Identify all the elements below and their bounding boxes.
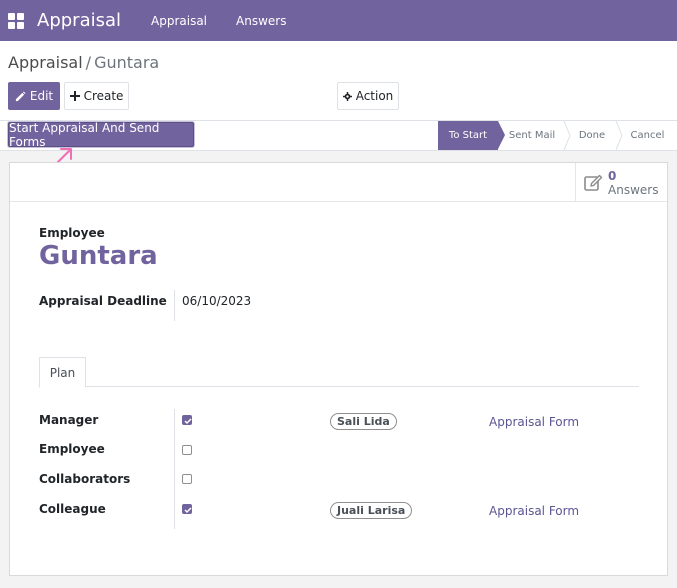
action-button-label: Action: [355, 89, 394, 103]
stage-to-start[interactable]: To Start: [438, 121, 505, 150]
notebook-tabs: Plan: [39, 357, 639, 388]
stage-cancel-label: Cancel: [630, 130, 665, 141]
menu-appraisal[interactable]: Appraisal: [151, 14, 207, 28]
answers-count: 0: [608, 168, 617, 183]
field-divider: [174, 290, 175, 321]
collaborators-checkbox[interactable]: [182, 474, 192, 484]
stage-pipeline: To Start Sent Mail Done Cancel: [438, 121, 677, 150]
answers-label: Answers: [608, 182, 659, 197]
colleague-form-link[interactable]: Appraisal Form: [489, 504, 579, 518]
stage-done[interactable]: Done: [566, 121, 623, 150]
gear-icon: [342, 91, 352, 101]
stage-sent-mail[interactable]: Sent Mail: [498, 121, 571, 150]
check-icon: [184, 418, 192, 425]
deadline-label: Appraisal Deadline: [39, 294, 167, 308]
plan-employee-label: Employee: [39, 442, 105, 456]
employee-name: Guntara: [39, 241, 158, 271]
apps-menu-icon[interactable]: [8, 12, 24, 29]
action-dropdown-button[interactable]: Action: [337, 82, 399, 110]
manager-checkbox[interactable]: [182, 415, 192, 425]
start-appraisal-button[interactable]: Start Appraisal And Send Forms: [8, 121, 194, 149]
edit-note-icon: [584, 174, 603, 191]
plan-divider: [174, 409, 175, 529]
plan-manager-label: Manager: [39, 413, 99, 427]
plan-colleague-label: Colleague: [39, 502, 106, 516]
top-navbar: Appraisal Appraisal Answers: [0, 0, 677, 41]
stage-arrow: [498, 121, 505, 149]
stage-sent-mail-label: Sent Mail: [508, 130, 556, 141]
colleague-person-tag[interactable]: Juali Larisa: [330, 502, 413, 519]
menu-answers[interactable]: Answers: [236, 14, 286, 28]
stage-cancel[interactable]: Cancel: [618, 121, 677, 150]
plus-icon: [69, 91, 80, 101]
breadcrumb: Appraisal / Guntara: [8, 53, 159, 72]
create-button-label: Create: [83, 89, 124, 103]
breadcrumb-separator: /: [85, 53, 92, 72]
app-brand[interactable]: Appraisal: [37, 10, 121, 31]
colleague-checkbox[interactable]: [182, 504, 192, 514]
manager-person-tag[interactable]: Sali Lida: [330, 413, 397, 430]
control-panel: Appraisal / Guntara Edit Create Action: [0, 41, 677, 121]
smart-button-box: 0 Answers: [10, 163, 667, 202]
tab-plan[interactable]: Plan: [39, 357, 86, 388]
pencil-icon: [15, 90, 26, 101]
deadline-value[interactable]: 06/10/2023: [182, 294, 251, 308]
create-button[interactable]: Create: [64, 82, 129, 110]
employee-checkbox[interactable]: [182, 445, 192, 455]
status-bar: Start Appraisal And Send Forms To Start …: [0, 121, 677, 151]
manager-form-link[interactable]: Appraisal Form: [489, 415, 579, 429]
answers-smart-button[interactable]: 0 Answers: [575, 163, 667, 202]
plan-collaborators-label: Collaborators: [39, 472, 131, 486]
edit-button-label: Edit: [29, 89, 54, 103]
employee-label: Employee: [39, 226, 105, 240]
check-icon: [184, 507, 192, 514]
stage-divider: [563, 121, 571, 150]
stage-to-start-label: To Start: [448, 130, 488, 141]
stage-divider: [615, 121, 623, 150]
stage-done-label: Done: [578, 130, 606, 141]
edit-button[interactable]: Edit: [8, 82, 60, 110]
breadcrumb-current: Guntara: [94, 53, 160, 72]
form-sheet: 0 Answers Employee Guntara Appraisal Dea…: [9, 162, 668, 576]
breadcrumb-parent[interactable]: Appraisal: [8, 53, 83, 72]
